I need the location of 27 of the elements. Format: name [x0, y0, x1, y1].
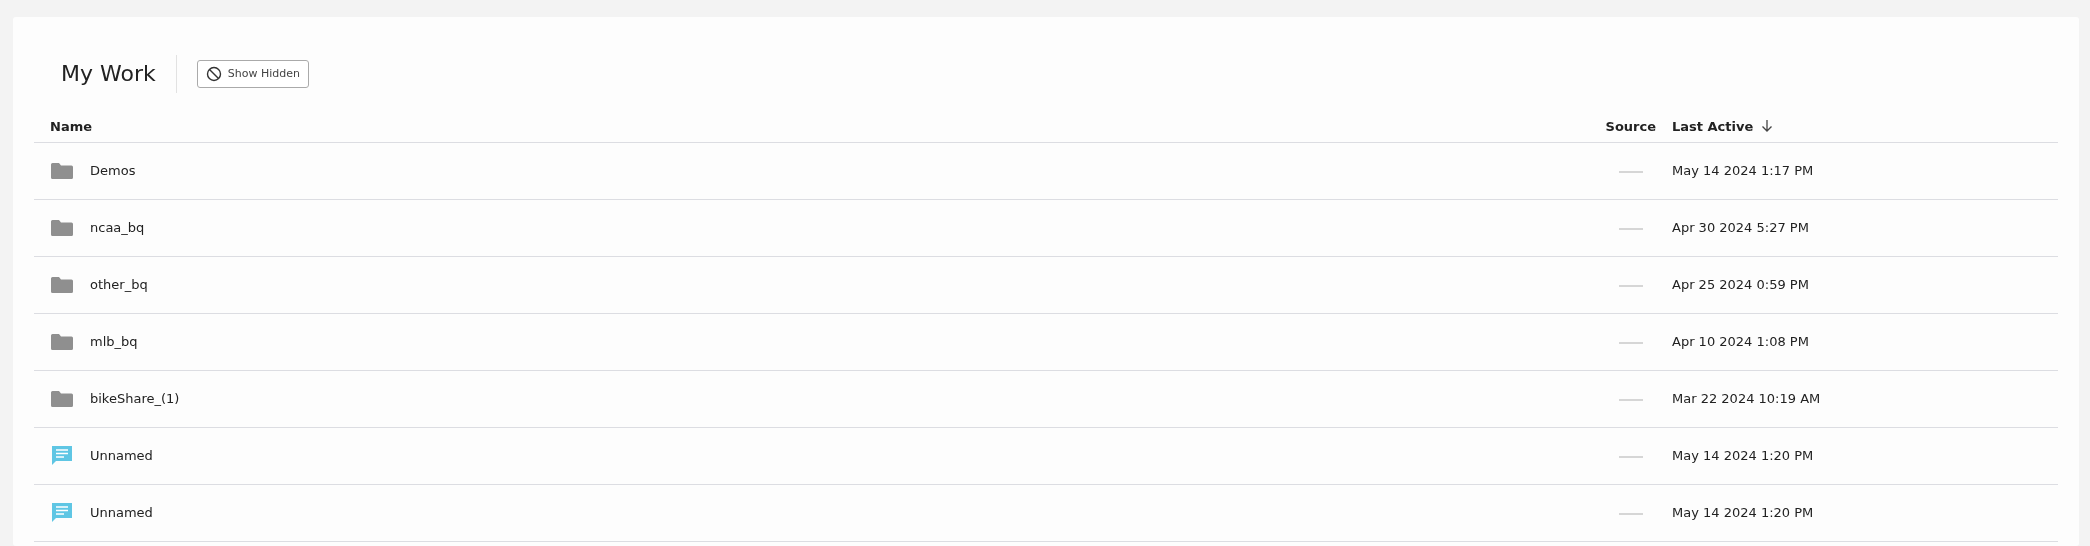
empty-dash	[1619, 284, 1643, 287]
table-cell: May 14 2024 1:20 PM	[1672, 505, 1814, 521]
table-cell: Apr 30 2024 5:27 PM	[1672, 220, 1809, 236]
page-title: My Work	[61, 60, 156, 88]
table-cell: Apr 25 2024 0:59 PM	[1672, 277, 1809, 293]
table-cell: May 14 2024 1:17 PM	[1672, 163, 1814, 179]
empty-dash	[1619, 455, 1643, 458]
folder-name-link[interactable]: bikeShare_(1)	[90, 389, 180, 409]
show-hidden-button[interactable]: Show Hidden	[196, 59, 309, 89]
folder-name-link[interactable]: Demos	[90, 161, 136, 181]
hidden-icon	[205, 66, 222, 82]
empty-dash	[1619, 341, 1643, 344]
column-header[interactable]: Last Active	[1672, 118, 1754, 134]
folder-name-link[interactable]: other_bq	[90, 275, 148, 295]
column-header[interactable]: Source	[1605, 118, 1656, 134]
table-cell: Apr 10 2024 1:08 PM	[1672, 334, 1809, 350]
empty-dash	[1619, 227, 1643, 230]
column-header[interactable]: Name	[50, 118, 92, 134]
item-name-link[interactable]: Unnamed	[90, 446, 153, 466]
empty-dash	[1619, 398, 1643, 401]
empty-dash	[1619, 512, 1643, 515]
folder-name-link[interactable]: mlb_bq	[90, 332, 138, 352]
item-name-link[interactable]: Unnamed	[90, 503, 153, 523]
table-cell: Mar 22 2024 10:19 AM	[1672, 391, 1821, 407]
table-cell: May 14 2024 1:20 PM	[1672, 448, 1814, 464]
empty-dash	[1619, 170, 1643, 173]
folder-name-link[interactable]: ncaa_bq	[90, 218, 145, 238]
